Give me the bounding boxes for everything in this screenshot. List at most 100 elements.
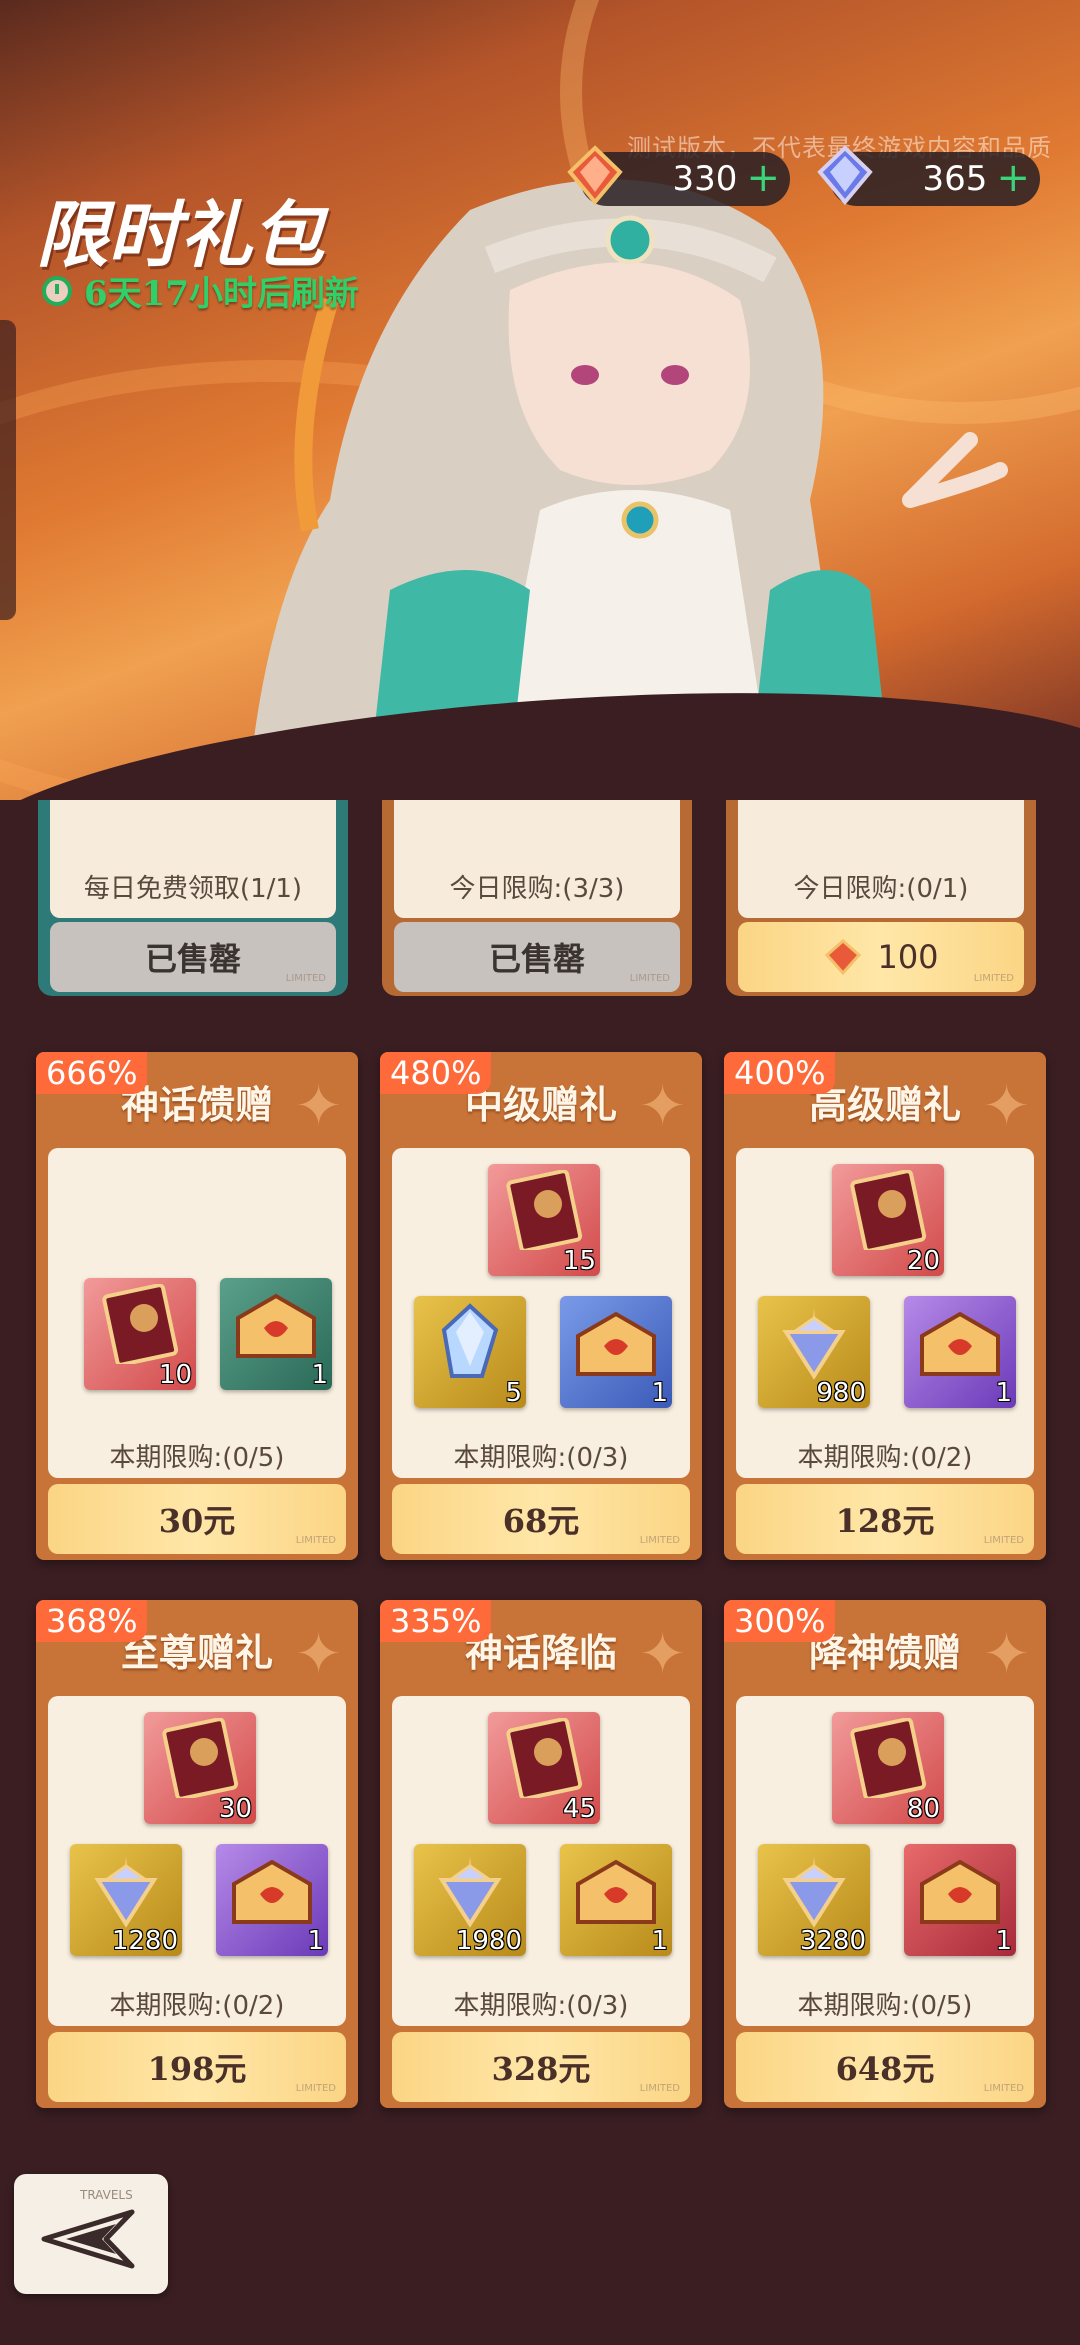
button-tag: LIMITED bbox=[285, 973, 326, 984]
red-crystal-icon bbox=[567, 145, 623, 206]
gift-pack-card: 神话降临 ✦ 335% 45 1980 1 本期限购:(0/3) 328元 LIMITED bbox=[380, 1600, 702, 2108]
gift-pack-card: 神话馈赠 ✦ 666% 10 1 本期限购:(0/5) 30元 LIMITED bbox=[36, 1052, 358, 1560]
red-crystal-icon bbox=[825, 939, 862, 976]
value-badge: 335% bbox=[380, 1600, 492, 1642]
gift-pack-card: 高级赠礼 ✦ 400% 20 980 1 本期限购:(0/2) 128元 LIMITED bbox=[724, 1052, 1046, 1560]
purchase-limit: 本期限购:(0/2) bbox=[109, 1991, 285, 2021]
purchase-limit: 本期限购:(0/3) bbox=[453, 1991, 629, 2021]
value-badge: 480% bbox=[380, 1052, 492, 1094]
reward-item-gem[interactable]: 3280 bbox=[758, 1844, 870, 1956]
back-label: TRAVELS bbox=[80, 2188, 133, 2202]
banner: 测试版本，不代表最终游戏内容和品质 bbox=[0, 0, 1080, 800]
reward-item-card[interactable]: 20 bbox=[832, 1164, 944, 1276]
reward-count: 1 bbox=[651, 1378, 668, 1408]
value-badge: 400% bbox=[724, 1052, 836, 1094]
price-label: 198元 bbox=[147, 2050, 247, 2088]
reward-item-gem[interactable]: 980 bbox=[758, 1296, 870, 1408]
reward-item-card[interactable]: 80 bbox=[832, 1712, 944, 1824]
button-tag: LIMITED bbox=[629, 973, 670, 984]
crystal-pack-card: 今日限购:(0/1) 100 LIMITED bbox=[726, 800, 1036, 996]
reward-count: 1 bbox=[995, 1926, 1012, 1956]
reward-item-card[interactable]: 45 bbox=[488, 1712, 600, 1824]
button-tag: LIMITED bbox=[639, 1535, 680, 1546]
sparkle-icon: ✦ bbox=[295, 1074, 342, 1139]
value-badge: 368% bbox=[36, 1600, 148, 1642]
refresh-timer-text: 6天17小时后刷新 bbox=[84, 274, 359, 314]
sparkle-icon: ✦ bbox=[639, 1622, 686, 1687]
buy-button[interactable]: 128元 LIMITED bbox=[736, 1484, 1034, 1554]
reward-count: 20 bbox=[906, 1246, 940, 1276]
price-label: 68元 bbox=[502, 1502, 580, 1540]
reward-count: 5 bbox=[505, 1378, 522, 1408]
reward-count: 30 bbox=[218, 1794, 252, 1824]
buy-button[interactable]: 30元 LIMITED bbox=[48, 1484, 346, 1554]
button-tag: LIMITED bbox=[639, 2083, 680, 2094]
refresh-timer: 6天17小时后刷新 bbox=[42, 266, 359, 315]
buy-button[interactable]: 198元 LIMITED bbox=[48, 2032, 346, 2102]
reward-count: 15 bbox=[562, 1246, 596, 1276]
reward-count: 1980 bbox=[455, 1926, 522, 1956]
purchase-limit: 本期限购:(0/2) bbox=[797, 1443, 973, 1473]
button-tag: LIMITED bbox=[295, 2083, 336, 2094]
reward-count: 3280 bbox=[799, 1926, 866, 1956]
buy-button[interactable]: 648元 LIMITED bbox=[736, 2032, 1034, 2102]
add-blue-crystal-button[interactable]: + bbox=[996, 158, 1030, 198]
reward-item-card[interactable]: 30 bbox=[144, 1712, 256, 1824]
sparkle-icon: ✦ bbox=[983, 1074, 1030, 1139]
card-body: 今日限购:(0/1) bbox=[738, 800, 1024, 918]
pack-contents: 45 1980 1 本期限购:(0/3) bbox=[392, 1696, 690, 2026]
add-red-crystal-button[interactable]: + bbox=[746, 158, 780, 198]
currency-red-crystal: 330 + bbox=[567, 145, 790, 206]
sparkle-icon: ✦ bbox=[295, 1622, 342, 1687]
sparkle-icon: ✦ bbox=[983, 1622, 1030, 1687]
pack-contents: 15 5 1 本期限购:(0/3) bbox=[392, 1148, 690, 1478]
pack-contents: 10 1 本期限购:(0/5) bbox=[48, 1148, 346, 1478]
pack-contents: 30 1280 1 本期限购:(0/2) bbox=[48, 1696, 346, 2026]
purchase-limit: 本期限购:(0/5) bbox=[109, 1443, 285, 1473]
sold-out-button[interactable]: 已售罄 LIMITED bbox=[50, 922, 336, 992]
reward-item-card[interactable]: 15 bbox=[488, 1164, 600, 1276]
reward-count: 980 bbox=[816, 1378, 866, 1408]
reward-count: 1 bbox=[995, 1378, 1012, 1408]
card-body: 今日限购:(3/3) bbox=[394, 800, 680, 918]
buy-button[interactable]: 68元 LIMITED bbox=[392, 1484, 690, 1554]
card-limit: 每日免费领取(1/1) bbox=[83, 874, 303, 904]
side-drawer-tab[interactable] bbox=[0, 320, 16, 620]
reward-item-chest[interactable]: 1 bbox=[216, 1844, 328, 1956]
buy-button[interactable]: 328元 LIMITED bbox=[392, 2032, 690, 2102]
blue-crystal-icon bbox=[817, 145, 873, 206]
buy-with-crystal-button[interactable]: 100 LIMITED bbox=[738, 922, 1024, 992]
reward-count: 10 bbox=[158, 1360, 192, 1390]
reward-item-chest[interactable]: 1 bbox=[560, 1844, 672, 1956]
pack-contents: 20 980 1 本期限购:(0/2) bbox=[736, 1148, 1034, 1478]
price-label: 30元 bbox=[158, 1502, 236, 1540]
reward-item-chest[interactable]: 1 bbox=[220, 1278, 332, 1390]
reward-item-gem[interactable]: 1980 bbox=[414, 1844, 526, 1956]
pack-contents: 80 3280 1 本期限购:(0/5) bbox=[736, 1696, 1034, 2026]
button-tag: LIMITED bbox=[295, 1535, 336, 1546]
gift-pack-card: 中级赠礼 ✦ 480% 15 5 1 本期限购:(0/3) 68元 LIMITED bbox=[380, 1052, 702, 1560]
daily-limited-card: 今日限购:(3/3) 已售罄 LIMITED bbox=[382, 800, 692, 996]
reward-item-crystal[interactable]: 5 bbox=[414, 1296, 526, 1408]
reward-item-card[interactable]: 10 bbox=[84, 1278, 196, 1390]
button-tag: LIMITED bbox=[983, 1535, 1024, 1546]
free-daily-card: 每日免费领取(1/1) 已售罄 LIMITED bbox=[38, 800, 348, 996]
purchase-limit: 本期限购:(0/3) bbox=[453, 1443, 629, 1473]
reward-count: 45 bbox=[562, 1794, 596, 1824]
reward-count: 80 bbox=[906, 1794, 940, 1824]
sold-out-button[interactable]: 已售罄 LIMITED bbox=[394, 922, 680, 992]
reward-item-chest[interactable]: 1 bbox=[904, 1296, 1016, 1408]
value-badge: 666% bbox=[36, 1052, 148, 1094]
reward-item-chest[interactable]: 1 bbox=[560, 1296, 672, 1408]
reward-item-chest[interactable]: 1 bbox=[904, 1844, 1016, 1956]
sparkle-icon: ✦ bbox=[639, 1074, 686, 1139]
reward-count: 1 bbox=[651, 1926, 668, 1956]
crystal-price: 100 bbox=[877, 938, 939, 976]
reward-item-gem[interactable]: 1280 bbox=[70, 1844, 182, 1956]
back-arrow-icon bbox=[41, 2209, 135, 2269]
value-badge: 300% bbox=[724, 1600, 836, 1642]
card-limit: 今日限购:(3/3) bbox=[449, 874, 625, 904]
blue-crystal-count: 365 bbox=[922, 159, 988, 199]
price-label: 328元 bbox=[491, 2050, 591, 2088]
back-button[interactable]: TRAVELS bbox=[14, 2174, 168, 2294]
